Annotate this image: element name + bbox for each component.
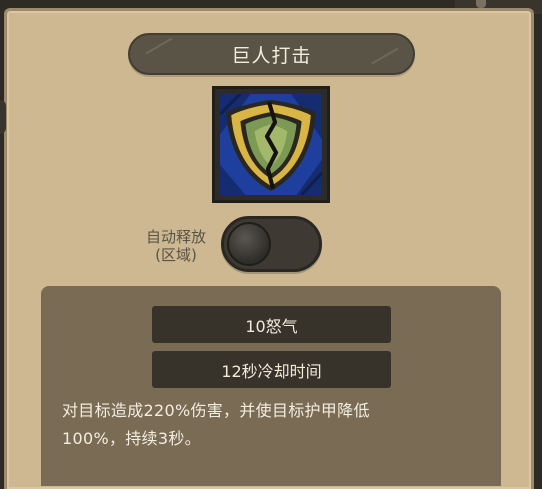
rage-cost-text: 10怒气 [245,316,298,336]
cracked-shield-icon [220,94,322,195]
panel-edge-notch [0,100,6,134]
rage-cost-bar: 10怒气 [152,306,391,343]
skill-icon-frame[interactable] [212,86,330,203]
toggle-knob[interactable] [227,222,271,266]
title-scratch-decoration [145,37,173,55]
description-line2: 100%，持续3秒。 [62,429,201,448]
skill-title-plate: 巨人打击 [128,33,415,75]
window-frame-ornament [476,0,486,8]
skill-title: 巨人打击 [231,44,312,67]
auto-cast-label-line1: 自动释放 [145,228,206,246]
auto-cast-label-line2: (区域) [155,246,197,264]
cooldown-text: 12秒冷却时间 [221,361,322,381]
skill-description: 对目标造成220%伤害，并使目标护甲降低 100%，持续3秒。 [62,397,482,453]
description-line1: 对目标造成220%伤害，并使目标护甲降低 [62,401,370,420]
auto-cast-toggle[interactable] [221,216,322,272]
skill-panel-root: 巨人打击 自动释放 (区域) 10怒气 12秒冷却时间 对目标造成220%伤害，… [0,0,542,489]
title-scratch-decoration [371,47,399,65]
auto-cast-label: 自动释放 (区域) [133,228,219,264]
cooldown-bar: 12秒冷却时间 [152,351,391,388]
